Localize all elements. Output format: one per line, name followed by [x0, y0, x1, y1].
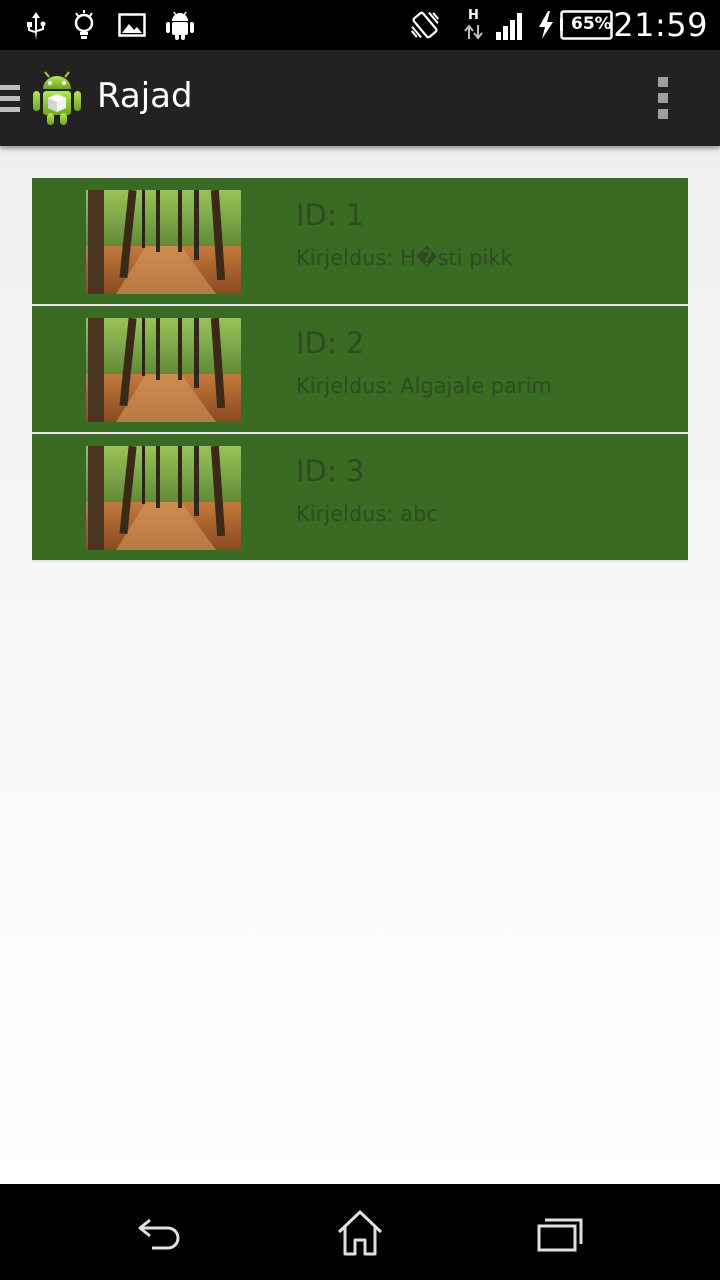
clock: 21:59 — [613, 6, 708, 44]
android-app-icon[interactable] — [30, 69, 84, 127]
lightbulb-icon — [74, 10, 94, 39]
screen: H 65% 21:59 Rajad ID: 1 Kirjeldus: H�sti… — [0, 0, 720, 1280]
drawer-icon[interactable] — [0, 85, 20, 115]
recent-apps-icon[interactable] — [530, 1208, 590, 1258]
forest-path-image — [86, 190, 241, 294]
list-item[interactable]: ID: 2 Kirjeldus: Algajale parim — [32, 306, 688, 434]
android-icon — [166, 11, 194, 40]
content-area: ID: 1 Kirjeldus: H�sti pikk ID: 2 Kirjel… — [0, 146, 720, 1184]
trail-description: Kirjeldus: abc — [296, 502, 438, 526]
home-icon[interactable] — [330, 1208, 390, 1258]
charging-icon — [539, 11, 553, 39]
navigation-bar — [0, 1184, 720, 1280]
back-icon[interactable] — [130, 1208, 190, 1258]
trail-list: ID: 1 Kirjeldus: H�sti pikk ID: 2 Kirjel… — [32, 178, 688, 562]
network-type-label: H — [468, 8, 479, 23]
vibrate-icon — [410, 11, 440, 39]
signal-icon — [496, 13, 522, 40]
trail-description: Kirjeldus: Algajale parim — [296, 374, 552, 398]
overflow-menu-icon[interactable] — [658, 77, 670, 121]
trail-id: ID: 2 — [296, 326, 365, 360]
list-item[interactable]: ID: 1 Kirjeldus: H�sti pikk — [32, 178, 688, 306]
image-icon — [118, 13, 146, 37]
page-title: Rajad — [97, 76, 193, 116]
action-bar: Rajad — [0, 50, 720, 146]
battery-percent: 65% — [571, 14, 612, 34]
usb-icon — [27, 12, 46, 40]
list-item[interactable]: ID: 3 Kirjeldus: abc — [32, 434, 688, 562]
forest-path-image — [86, 318, 241, 422]
status-bar: H 65% 21:59 — [0, 0, 720, 50]
trail-description: Kirjeldus: H�sti pikk — [296, 246, 513, 270]
trail-id: ID: 3 — [296, 454, 365, 488]
trail-id: ID: 1 — [296, 198, 365, 232]
forest-path-image — [86, 446, 241, 550]
data-arrows-icon — [464, 24, 483, 40]
